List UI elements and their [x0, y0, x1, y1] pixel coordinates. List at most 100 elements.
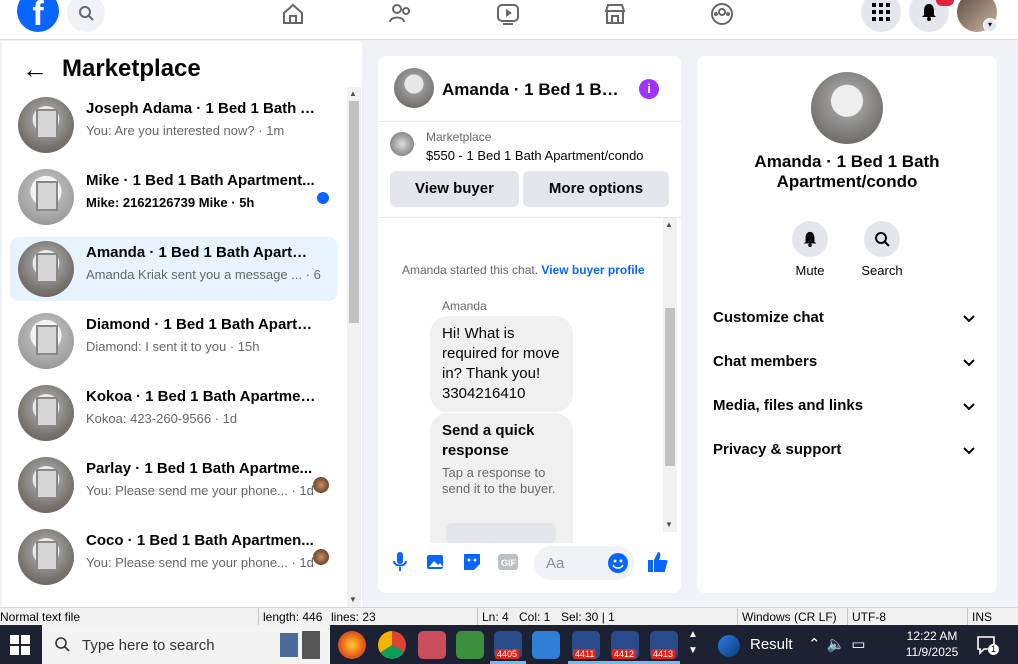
message-input[interactable]: Aa: [534, 546, 634, 580]
scroll-down-arrow[interactable]: ▼: [665, 520, 673, 529]
clock-time: 12:22 AM: [906, 629, 958, 643]
compose-bar: GIF Aa: [378, 543, 681, 583]
conversation-item[interactable]: Mike · 1 Bed 1 Bath Apartment... Mike: 21…: [10, 165, 337, 229]
chat-title[interactable]: Amanda · 1 Bed 1 Bat...: [442, 80, 622, 100]
chevron-up-icon[interactable]: ⌃: [808, 636, 827, 653]
svg-text:GIF: GIF: [501, 558, 517, 568]
conversation-item[interactable]: Kokoa · 1 Bed 1 Bath Apartment... Kokoa: …: [10, 381, 337, 445]
shield-browser-icon[interactable]: [532, 631, 560, 659]
eol-label: Windows (CR LF): [742, 610, 837, 624]
system-tray[interactable]: ⌃🔈▭: [808, 635, 871, 653]
listing-price[interactable]: $550 - 1 Bed 1 Bath Apartment/condo: [426, 148, 644, 163]
top-nav: f ▾: [0, 0, 1018, 40]
seen-avatar: [313, 549, 329, 565]
notepad-plus-icon[interactable]: [456, 631, 484, 659]
action-center-icon[interactable]: 1: [976, 635, 999, 655]
like-icon[interactable]: [647, 551, 669, 573]
bell-icon[interactable]: [792, 221, 828, 257]
menu-button[interactable]: [861, 0, 901, 32]
search-highlight-image: [302, 631, 320, 659]
row-label: Customize chat: [713, 309, 824, 326]
chat-members-row[interactable]: Chat members: [713, 353, 983, 381]
listing-thumbnail: [18, 313, 74, 369]
line-label: Ln: 4: [482, 610, 509, 624]
search-icon[interactable]: [864, 221, 900, 257]
unread-dot: [317, 192, 329, 204]
friends-icon[interactable]: [386, 0, 414, 28]
chat-started-note: Amanda started this chat. View buyer pro…: [402, 263, 645, 277]
divider: [258, 608, 259, 626]
search-icon: [79, 6, 94, 21]
inbox-scrollbar[interactable]: ▲ ▼: [347, 87, 361, 607]
scroll-thumb[interactable]: [349, 101, 359, 323]
emoji-icon[interactable]: [608, 553, 628, 573]
quick-response-option[interactable]: [446, 523, 556, 543]
video-icon[interactable]: [494, 0, 522, 28]
photo-icon[interactable]: [425, 551, 447, 573]
chevron-down-icon[interactable]: ▾: [983, 18, 997, 32]
gif-icon[interactable]: GIF: [497, 551, 519, 573]
divider: [477, 608, 478, 626]
scroll-up-arrow[interactable]: ▲: [665, 220, 673, 229]
windows-logo-icon: [10, 635, 30, 655]
conversation-name: Mike · 1 Bed 1 Bath Apartment...: [86, 172, 315, 189]
thread-scrollbar[interactable]: ▲ ▼: [663, 218, 677, 532]
chat-avatar[interactable]: [394, 68, 434, 108]
network-icon[interactable]: ▭: [851, 636, 871, 653]
column-label: Col: 1: [519, 610, 551, 624]
privacy-support-row[interactable]: Privacy & support: [713, 441, 983, 469]
listing-thumbnail: [18, 169, 74, 225]
search-button[interactable]: [67, 0, 105, 32]
chat-header: Amanda · 1 Bed 1 Bat... i: [378, 56, 681, 122]
scroll-up-arrow[interactable]: ▲: [349, 89, 357, 98]
selection-label: Sel: 30 | 1: [561, 610, 615, 624]
media-files-links-row[interactable]: Media, files and links: [713, 397, 983, 425]
search-icon: [55, 637, 70, 652]
conversation-name: Joseph Adama · 1 Bed 1 Bath Ap...: [86, 100, 316, 117]
sticker-icon[interactable]: [461, 551, 483, 573]
view-buyer-profile-link[interactable]: View buyer profile: [541, 263, 644, 277]
info-icon[interactable]: i: [639, 79, 659, 99]
conversation-item[interactable]: Joseph Adama · 1 Bed 1 Bath Ap... You: Ar…: [10, 93, 337, 157]
listing-avatar[interactable]: [811, 72, 883, 144]
taskbar-search-box[interactable]: Type here to search: [42, 625, 330, 664]
weather-widget[interactable]: Result: [704, 625, 804, 664]
taskbar-scroll-arrows[interactable]: ▲ ▼: [688, 627, 698, 659]
customize-chat-row[interactable]: Customize chat: [713, 309, 983, 337]
firefox-icon[interactable]: [338, 631, 366, 659]
marketplace-icon[interactable]: [601, 0, 629, 28]
view-buyer-button[interactable]: View buyer: [390, 171, 519, 207]
scroll-thumb[interactable]: [665, 308, 675, 466]
mute-action[interactable]: Mute: [780, 221, 840, 278]
conversation-item[interactable]: Coco · 1 Bed 1 Bath Apartmen... You: Plea…: [10, 525, 337, 589]
conversation-item[interactable]: Diamond · 1 Bed 1 Bath Apartm... Diamond:…: [10, 309, 337, 373]
microphone-icon[interactable]: [389, 551, 411, 573]
taskbar-search-placeholder: Type here to search: [82, 637, 215, 654]
facebook-logo[interactable]: f: [17, 0, 59, 32]
chrome-icon[interactable]: [378, 631, 406, 659]
search-action[interactable]: Search: [852, 221, 912, 278]
seen-avatar: [313, 477, 329, 493]
clock-date: 11/9/2025: [905, 645, 959, 659]
conversation-item[interactable]: Parlay · 1 Bed 1 Bath Apartme... You: Ple…: [10, 453, 337, 517]
listing-thumbnail: [18, 457, 74, 513]
conversation-item[interactable]: Amanda · 1 Bed 1 Bath Apartme... Amanda K…: [10, 237, 337, 301]
scroll-down-arrow[interactable]: ▼: [349, 595, 357, 604]
listing-thumbnail[interactable]: [390, 132, 414, 156]
groups-icon[interactable]: [708, 0, 736, 28]
app-badge: 4411: [573, 649, 597, 659]
system-clock[interactable]: 12:22 AM 11/9/2025: [900, 628, 964, 660]
chevron-down-icon: [963, 311, 975, 328]
quick-response-subtitle: Tap a response to send it to the buyer.: [442, 465, 556, 496]
start-button[interactable]: [10, 635, 30, 655]
conversation-preview: Diamond: I sent it to you · 15h: [86, 339, 260, 354]
volume-icon[interactable]: 🔈: [827, 636, 852, 653]
app-icon[interactable]: [418, 631, 446, 659]
more-options-button[interactable]: More options: [523, 171, 669, 207]
weather-icon: [718, 635, 740, 657]
conversation-preview: Mike: 2162126739 Mike · 5h: [86, 195, 255, 210]
home-icon[interactable]: [279, 0, 307, 28]
back-arrow-icon[interactable]: ←: [22, 56, 48, 82]
inbox-header: ← Marketplace: [22, 55, 201, 83]
menu-grid-icon: [872, 3, 890, 21]
